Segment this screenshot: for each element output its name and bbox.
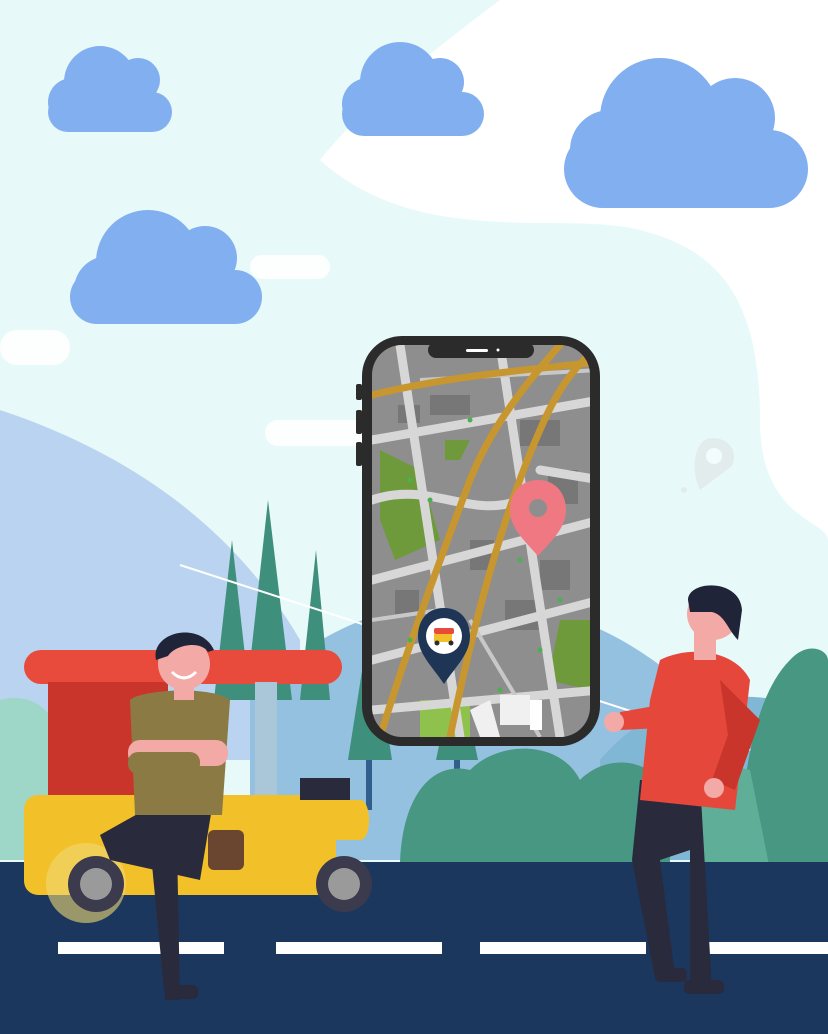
auto-rickshaw-booking-illustration — [0, 0, 828, 1034]
map-screen — [372, 345, 590, 737]
smartphone — [356, 336, 600, 746]
